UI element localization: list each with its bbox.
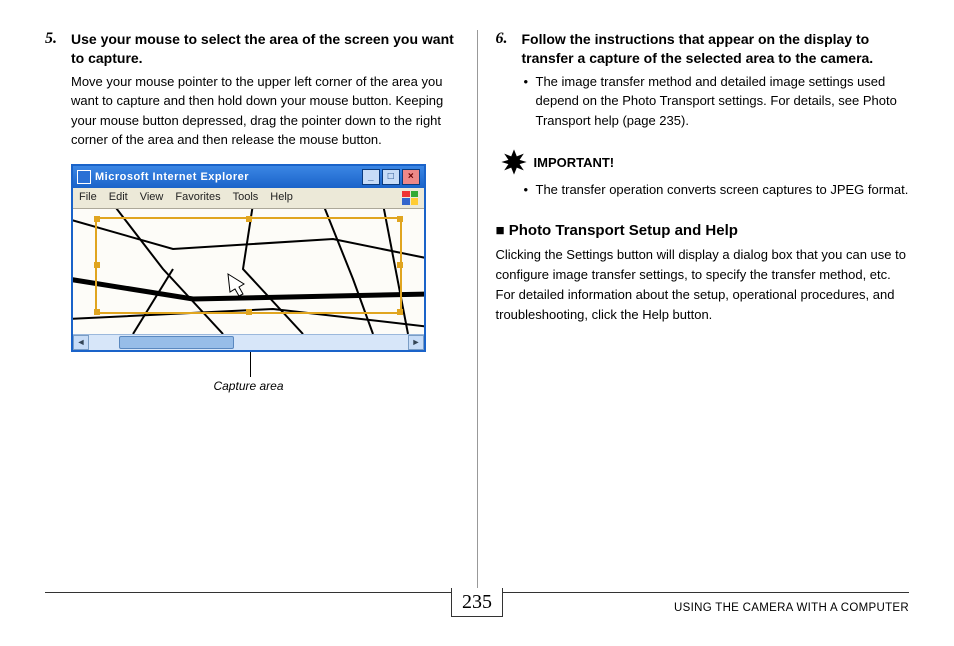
page-footer: 235 USING THE CAMERA WITH A COMPUTER	[0, 588, 954, 646]
scroll-left-button[interactable]: ◄	[73, 335, 89, 350]
step-5-body: Move your mouse pointer to the upper lef…	[71, 72, 459, 150]
close-button[interactable]: ×	[402, 169, 420, 185]
ie-window: Microsoft Internet Explorer _ □ × File E…	[71, 164, 426, 352]
ie-menubar: File Edit View Favorites Tools Help	[73, 188, 424, 209]
section-heading-text: Photo Transport Setup and Help	[509, 222, 738, 239]
ie-app-icon	[77, 170, 91, 184]
page-number: 235	[451, 588, 503, 617]
horizontal-scrollbar[interactable]: ◄ ►	[73, 334, 424, 350]
minimize-button[interactable]: _	[362, 169, 380, 185]
windows-logo-icon	[402, 191, 418, 205]
scroll-right-button[interactable]: ►	[408, 335, 424, 350]
step-5-heading: Use your mouse to select the area of the…	[71, 30, 459, 68]
menu-file[interactable]: File	[79, 191, 97, 205]
step-5-number: 5.	[45, 30, 71, 150]
important-label: IMPORTANT!	[534, 155, 615, 170]
menu-help[interactable]: Help	[270, 191, 293, 205]
section-heading: ■ Photo Transport Setup and Help	[496, 222, 910, 239]
step-6-number: 6.	[496, 30, 522, 130]
maximize-button[interactable]: □	[382, 169, 400, 185]
menu-edit[interactable]: Edit	[109, 191, 128, 205]
ie-content-area	[73, 209, 424, 334]
section-marker: ■	[496, 222, 505, 239]
footer-section-title: USING THE CAMERA WITH A COMPUTER	[674, 602, 909, 614]
capture-selection-rect	[95, 217, 402, 314]
step-6-heading: Follow the instructions that appear on t…	[522, 30, 910, 68]
section-paragraph: Clicking the Settings button will displa…	[496, 245, 910, 326]
menu-tools[interactable]: Tools	[233, 191, 259, 205]
caption-leader-line	[250, 352, 251, 377]
important-bullet-1: The transfer operation converts screen c…	[522, 180, 910, 200]
menu-view[interactable]: View	[140, 191, 164, 205]
capture-area-caption: Capture area	[71, 379, 426, 393]
ie-titlebar: Microsoft Internet Explorer _ □ ×	[73, 166, 424, 188]
scroll-thumb[interactable]	[119, 336, 234, 349]
step-6-bullet-1: The image transfer method and detailed i…	[522, 72, 910, 131]
menu-favorites[interactable]: Favorites	[175, 191, 220, 205]
scroll-track[interactable]	[89, 335, 408, 350]
starburst-icon	[500, 148, 528, 176]
ie-title-text: Microsoft Internet Explorer	[95, 171, 360, 183]
